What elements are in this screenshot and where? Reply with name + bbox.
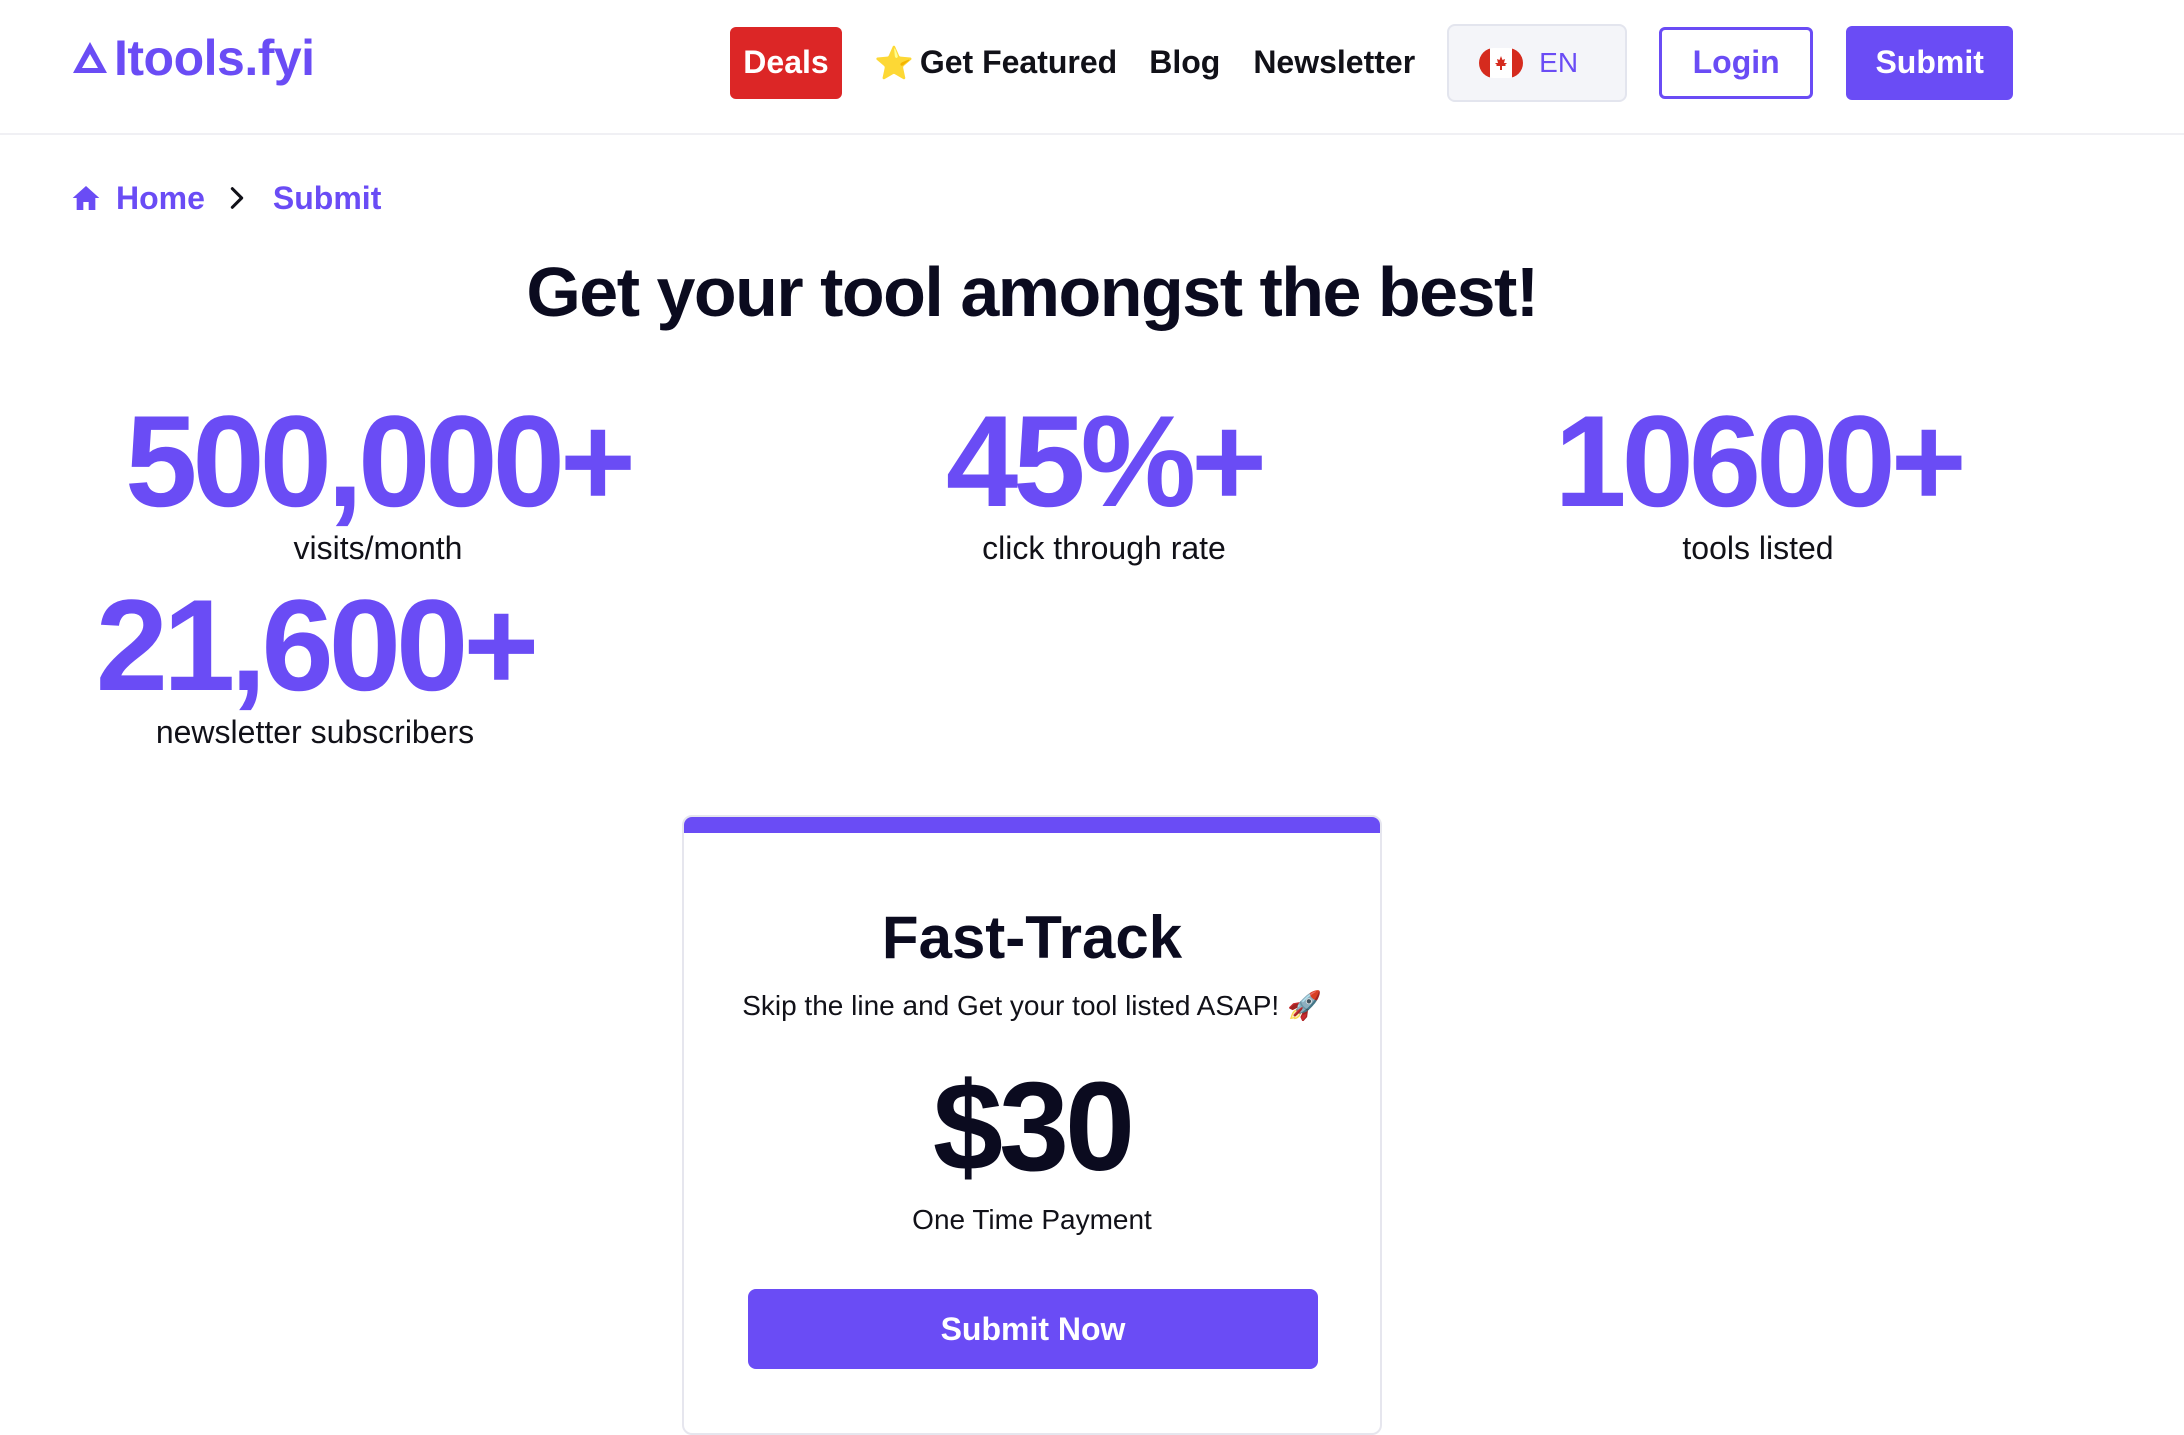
main-nav: Deals ⭐ Get Featured Blog Newsletter EN … [730,23,2014,102]
language-select[interactable]: EN [1447,23,1628,102]
deals-button[interactable]: Deals [730,26,842,99]
stat-label: tools listed [1682,530,1834,566]
card-accent-bar [684,817,1380,833]
site-header: Itools.fyi Deals ⭐ Get Featured Blog New… [0,0,2184,135]
stat-value: 45%+ [945,388,1267,534]
card-price: $30 [932,1056,1135,1197]
submit-button[interactable]: Submit [1846,25,2014,100]
breadcrumb-home[interactable]: Home [116,180,205,217]
stat-visits: 500,000+ visits/month [70,396,686,567]
fast-track-pricing-card: Fast-Track Skip the line and Get your to… [682,815,1382,1435]
site-logo[interactable]: Itools.fyi [70,28,315,88]
logo-text: Itools.fyi [114,30,315,86]
login-button[interactable]: Login [1659,26,1814,99]
stat-value: 10600+ [1554,388,1966,534]
language-label: EN [1539,46,1579,78]
home-icon [72,186,100,210]
card-description: Skip the line and Get your tool listed A… [742,990,1322,1021]
nav-get-featured-label: Get Featured [919,44,1118,80]
submit-now-button[interactable]: Submit Now [748,1289,1318,1369]
chevron-right-icon [230,187,244,209]
canada-flag-icon [1479,47,1524,78]
card-title: Fast-Track [881,904,1183,971]
stat-newsletter-subscribers: 21,600+ newsletter subscribers [70,580,560,751]
nav-get-featured[interactable]: ⭐ Get Featured [874,44,1117,82]
card-price-note: One Time Payment [912,1204,1152,1235]
breadcrumb: Home Submit [70,176,381,220]
stat-value: 500,000+ [125,388,636,534]
page-title: Get your tool amongst the best! [526,253,1539,331]
breadcrumb-current[interactable]: Submit [273,180,381,217]
stat-label: visits/month [293,530,463,566]
stat-tools-listed: 10600+ tools listed [1525,396,1991,567]
nav-blog[interactable]: Blog [1149,44,1220,81]
logo-triangle-icon [73,42,107,73]
stat-value: 21,600+ [95,572,540,718]
stat-click-through: 45%+ click through rate [928,396,1280,567]
stat-label: click through rate [982,530,1226,566]
stat-label: newsletter subscribers [155,714,475,750]
star-icon: ⭐ [874,44,914,81]
nav-newsletter[interactable]: Newsletter [1253,44,1415,81]
